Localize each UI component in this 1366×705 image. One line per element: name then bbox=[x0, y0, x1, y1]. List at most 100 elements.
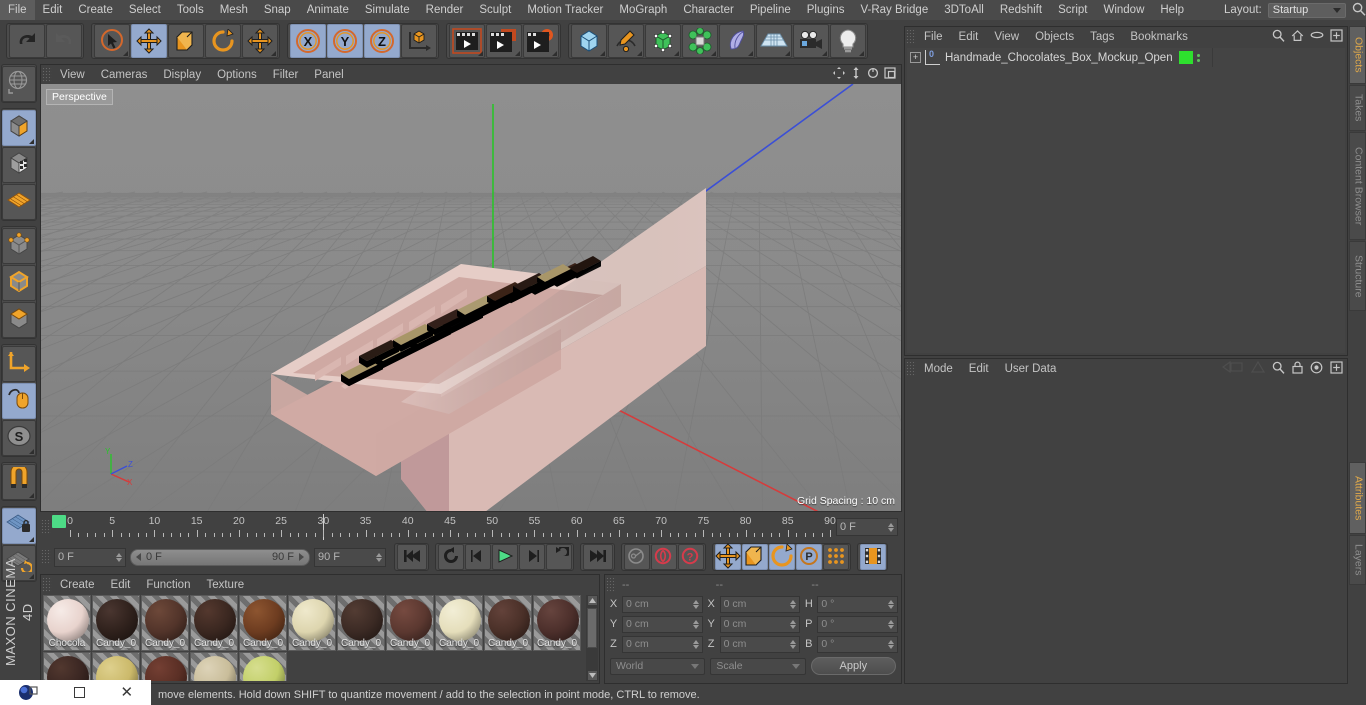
material-menu-create[interactable]: Create bbox=[52, 579, 103, 591]
coordinate-size-field[interactable]: 0 cm bbox=[719, 635, 801, 653]
back-arrow-icon[interactable] bbox=[1221, 360, 1244, 376]
coordinate-space-select[interactable]: World bbox=[610, 657, 706, 675]
viewport-menu-filter[interactable]: Filter bbox=[265, 69, 307, 81]
coordinate-position-field[interactable]: 0 cm bbox=[622, 615, 703, 633]
timeline-track[interactable]: 051015202530354045505560657075808590 bbox=[52, 514, 836, 540]
render-region-button[interactable] bbox=[485, 24, 522, 58]
attributes-body[interactable] bbox=[907, 380, 1345, 681]
render-settings-button[interactable] bbox=[522, 24, 559, 58]
material-scroll-down[interactable] bbox=[586, 670, 598, 681]
go-to-end-button[interactable] bbox=[582, 544, 613, 570]
play-button[interactable] bbox=[491, 544, 518, 570]
material-swatch[interactable] bbox=[43, 652, 91, 681]
objects-grip[interactable] bbox=[905, 29, 916, 44]
menu-select[interactable]: Select bbox=[121, 0, 169, 20]
material-menu-edit[interactable]: Edit bbox=[103, 579, 139, 591]
material-swatch[interactable]: Candy_0 bbox=[288, 595, 336, 651]
viewport-grip[interactable] bbox=[41, 67, 52, 82]
ellipse-icon[interactable] bbox=[1310, 30, 1324, 43]
material-scroll-up[interactable] bbox=[586, 595, 598, 606]
coordinate-spinner[interactable] bbox=[888, 599, 895, 609]
menu-help[interactable]: Help bbox=[1152, 0, 1192, 20]
add-bend-deformer-button[interactable] bbox=[718, 24, 755, 58]
add-nurbs-button[interactable] bbox=[644, 24, 681, 58]
coordinate-position-field[interactable]: 0 cm bbox=[622, 595, 703, 613]
edges-mode-button[interactable] bbox=[2, 264, 36, 301]
range-start-arrow-icon[interactable] bbox=[135, 553, 143, 561]
apply-button[interactable]: Apply bbox=[810, 657, 896, 675]
menu-edit[interactable]: Edit bbox=[35, 0, 71, 20]
enable-axis-button[interactable] bbox=[2, 345, 36, 382]
magnet-tool-button[interactable] bbox=[2, 463, 36, 500]
menu-window[interactable]: Window bbox=[1095, 0, 1152, 20]
coordinate-spinner[interactable] bbox=[692, 619, 699, 629]
material-swatch[interactable] bbox=[239, 652, 287, 681]
material-menu-function[interactable]: Function bbox=[138, 579, 198, 591]
preview-end-field[interactable]: 90 F bbox=[314, 547, 386, 567]
app-orb-icon[interactable] bbox=[18, 684, 38, 701]
material-list[interactable]: Chocola Candy_0 Candy_0 Candy_0 Candy_0 Candy… bbox=[43, 595, 585, 681]
add-light-button[interactable] bbox=[829, 24, 866, 58]
timeline-grip[interactable] bbox=[40, 520, 51, 534]
menu-snap[interactable]: Snap bbox=[256, 0, 299, 20]
material-grip[interactable] bbox=[41, 577, 52, 592]
material-swatch[interactable]: Candy_0 bbox=[239, 595, 287, 651]
menu-animate[interactable]: Animate bbox=[299, 0, 357, 20]
scale-tool[interactable] bbox=[167, 24, 204, 58]
add-floor-button[interactable] bbox=[755, 24, 792, 58]
objects-menu-tags[interactable]: Tags bbox=[1082, 31, 1122, 43]
coordinate-size-field[interactable]: 0 cm bbox=[719, 595, 801, 613]
menu-mograph[interactable]: MoGraph bbox=[611, 0, 675, 20]
go-to-start-button[interactable] bbox=[396, 544, 427, 570]
coordinate-spinner[interactable] bbox=[790, 599, 797, 609]
add-icon[interactable] bbox=[1330, 360, 1343, 377]
key-position-button[interactable] bbox=[714, 542, 741, 570]
coordinate-rotation-field[interactable]: 0 ° bbox=[817, 595, 899, 613]
axis-mode-button[interactable] bbox=[2, 183, 36, 220]
material-swatch[interactable]: Candy_0 bbox=[92, 595, 140, 651]
layer-color-swatch[interactable] bbox=[1179, 51, 1193, 64]
target-icon[interactable] bbox=[1310, 361, 1323, 377]
material-swatch[interactable]: Candy_0 bbox=[337, 595, 385, 651]
dolly-icon[interactable] bbox=[850, 67, 862, 82]
tab-content-browser[interactable]: Content Browser bbox=[1348, 132, 1366, 240]
tab-structure[interactable]: Structure bbox=[1348, 241, 1366, 311]
tab-objects[interactable]: Objects bbox=[1348, 26, 1366, 84]
coordinate-spinner[interactable] bbox=[692, 599, 699, 609]
menu-render[interactable]: Render bbox=[418, 0, 472, 20]
expand-icon[interactable]: + bbox=[910, 52, 921, 63]
current-frame-spinner[interactable] bbox=[116, 552, 122, 562]
coordinate-spinner[interactable] bbox=[790, 639, 797, 649]
tab-layers[interactable]: Layers bbox=[1348, 535, 1366, 585]
next-frame-button[interactable] bbox=[518, 544, 545, 570]
menu-sculpt[interactable]: Sculpt bbox=[471, 0, 519, 20]
coordinate-spinner[interactable] bbox=[790, 619, 797, 629]
menu-simulate[interactable]: Simulate bbox=[357, 0, 418, 20]
menu-3dtoall[interactable]: 3DToAll bbox=[936, 0, 992, 20]
key-rotation-button[interactable] bbox=[768, 542, 795, 570]
material-swatch[interactable]: Candy_0 bbox=[141, 595, 189, 651]
coordinate-spinner[interactable] bbox=[692, 639, 699, 649]
world-object-coordinates[interactable] bbox=[400, 24, 437, 58]
undo-button[interactable] bbox=[8, 24, 45, 58]
coordinate-rotation-field[interactable]: 0 ° bbox=[817, 615, 899, 633]
key-parameter-button[interactable]: P bbox=[795, 544, 822, 570]
objects-tree[interactable]: +0 Handmade_Chocolates_Box_Mockup_Open bbox=[907, 48, 1345, 353]
lock-y-axis[interactable]: Y bbox=[326, 24, 363, 58]
menu-mesh[interactable]: Mesh bbox=[212, 0, 256, 20]
viewport-menu-display[interactable]: Display bbox=[155, 69, 209, 81]
loop-button[interactable] bbox=[545, 541, 573, 570]
search-icon[interactable] bbox=[1272, 29, 1285, 45]
viewport-menu-cameras[interactable]: Cameras bbox=[93, 69, 156, 81]
objects-menu-objects[interactable]: Objects bbox=[1027, 31, 1082, 43]
redo-button[interactable] bbox=[45, 24, 82, 58]
texture-mode-button[interactable] bbox=[2, 146, 36, 183]
material-swatch[interactable] bbox=[190, 652, 238, 681]
points-mode-button[interactable] bbox=[2, 227, 36, 264]
menu-v-ray-bridge[interactable]: V-Ray Bridge bbox=[852, 0, 936, 20]
model-mode-button[interactable] bbox=[2, 109, 36, 146]
pan-icon[interactable] bbox=[833, 67, 845, 82]
add-camera-button[interactable] bbox=[792, 24, 829, 58]
tab-attributes[interactable]: Attributes bbox=[1348, 462, 1366, 534]
key-pla-button[interactable] bbox=[822, 544, 849, 570]
